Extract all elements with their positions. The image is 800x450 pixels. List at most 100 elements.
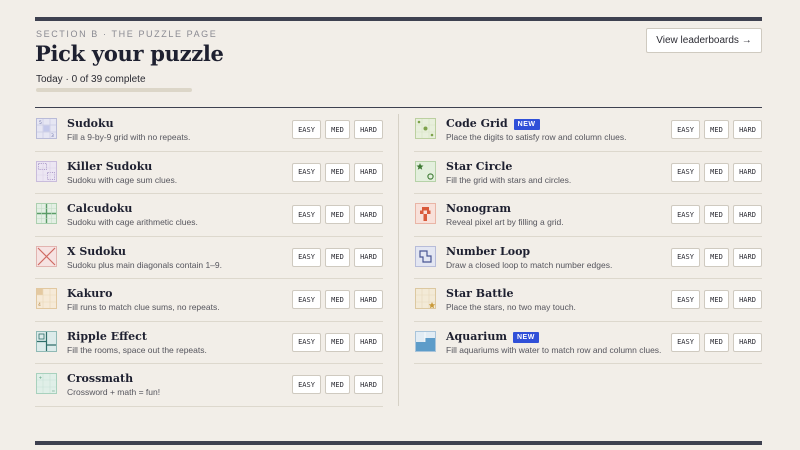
- puzzle-name[interactable]: Kakuro: [67, 287, 112, 300]
- difficulty-buttons: EASY MED HARD: [292, 332, 383, 352]
- puzzle-name[interactable]: Aquarium NEW: [446, 330, 539, 343]
- puzzle-name-label[interactable]: X Sudoku: [67, 245, 126, 258]
- hard-button[interactable]: HARD: [733, 120, 762, 139]
- puzzle-row[interactable]: X Sudoku Sudoku plus main diagonals conta…: [35, 237, 383, 279]
- med-button[interactable]: MED: [704, 290, 729, 309]
- puzzle-name[interactable]: Nonogram: [446, 202, 511, 215]
- easy-button[interactable]: EASY: [671, 290, 700, 309]
- med-button[interactable]: MED: [704, 247, 729, 267]
- easy-button[interactable]: EASY: [292, 375, 321, 394]
- difficulty-buttons: EASY MED HARD: [671, 247, 762, 267]
- med-button[interactable]: MED: [325, 205, 350, 224]
- puzzle-row[interactable]: Star Circle Fill the grid with stars and …: [414, 152, 762, 194]
- puzzle-description: Fill aquariums with water to match row a…: [446, 344, 662, 355]
- puzzle-name-label[interactable]: Aquarium: [446, 330, 507, 343]
- puzzle-name[interactable]: Star Battle: [446, 287, 514, 300]
- easy-button[interactable]: EASY: [292, 290, 321, 309]
- hard-button[interactable]: HARD: [354, 162, 383, 182]
- puzzle-name-label[interactable]: Nonogram: [446, 202, 511, 215]
- easy-button[interactable]: EASY: [671, 332, 700, 352]
- puzzle-description: Sudoku with cage arithmetic clues.: [67, 217, 198, 227]
- puzzle-name[interactable]: Sudoku: [67, 117, 114, 130]
- med-button[interactable]: MED: [704, 205, 729, 224]
- puzzle-row[interactable]: Number Loop Draw a closed loop to match n…: [414, 237, 762, 279]
- difficulty-buttons: EASY MED HARD: [671, 162, 762, 182]
- puzzle-name[interactable]: Code Grid NEW: [446, 117, 540, 130]
- puzzle-row[interactable]: Killer Sudoku Sudoku with cage sum clues.…: [35, 152, 383, 194]
- hard-button[interactable]: HARD: [354, 205, 383, 224]
- hard-button[interactable]: HARD: [354, 247, 383, 267]
- med-button[interactable]: MED: [325, 162, 350, 182]
- hard-button[interactable]: HARD: [733, 247, 762, 267]
- puzzle-row[interactable]: Nonogram Reveal pixel art by filling a gr…: [414, 194, 762, 237]
- puzzle-name-label[interactable]: Star Circle: [446, 160, 512, 173]
- med-button[interactable]: MED: [704, 120, 729, 139]
- puzzle-name-label[interactable]: Kakuro: [67, 287, 112, 300]
- puzzle-name-label[interactable]: Code Grid: [446, 117, 508, 130]
- puzzle-row[interactable]: Star Battle Place the stars, no two may t…: [414, 279, 762, 322]
- puzzle-description: Fill the rooms, space out the repeats.: [67, 344, 207, 355]
- hard-button[interactable]: HARD: [733, 290, 762, 309]
- easy-button[interactable]: EASY: [671, 205, 700, 224]
- puzzle-name-label[interactable]: Calcudoku: [67, 202, 132, 215]
- x-sudoku-icon: [36, 245, 57, 267]
- difficulty-buttons: EASY MED HARD: [671, 205, 762, 224]
- easy-button[interactable]: EASY: [671, 162, 700, 182]
- puzzle-name[interactable]: X Sudoku: [67, 245, 126, 258]
- killer-sudoku-icon: [36, 160, 57, 182]
- hard-button[interactable]: HARD: [354, 375, 383, 394]
- puzzle-name[interactable]: Calcudoku: [67, 202, 132, 215]
- difficulty-buttons: EASY MED HARD: [292, 120, 383, 139]
- puzzle-row[interactable]: 4 Kakuro Fill runs to match clue sums, no …: [35, 279, 383, 322]
- easy-button[interactable]: EASY: [292, 162, 321, 182]
- med-button[interactable]: MED: [325, 290, 350, 309]
- puzzle-name-label[interactable]: Number Loop: [446, 245, 530, 258]
- hard-button[interactable]: HARD: [733, 332, 762, 352]
- puzzle-name[interactable]: Ripple Effect: [67, 330, 147, 343]
- bottom-rule: [35, 441, 762, 445]
- med-button[interactable]: MED: [704, 332, 729, 352]
- easy-button[interactable]: EASY: [292, 247, 321, 267]
- easy-button[interactable]: EASY: [292, 120, 321, 139]
- hard-button[interactable]: HARD: [354, 120, 383, 139]
- puzzle-name[interactable]: Number Loop: [446, 245, 530, 258]
- nonogram-icon: [415, 203, 436, 224]
- med-button[interactable]: MED: [325, 120, 350, 139]
- hard-button[interactable]: HARD: [354, 290, 383, 309]
- puzzle-description: Reveal pixel art by filling a grid.: [446, 217, 564, 227]
- easy-button[interactable]: EASY: [671, 120, 700, 139]
- puzzle-name[interactable]: Star Circle: [446, 160, 512, 173]
- hard-button[interactable]: HARD: [733, 162, 762, 182]
- hard-button[interactable]: HARD: [733, 205, 762, 224]
- easy-button[interactable]: EASY: [292, 332, 321, 352]
- puzzle-row[interactable]: Code Grid NEW Place the digits to satisfy …: [414, 109, 762, 152]
- kakuro-icon: 4: [36, 288, 57, 309]
- puzzle-row[interactable]: Calcudoku Sudoku with cage arithmetic clu…: [35, 194, 383, 237]
- puzzle-name[interactable]: Crossmath: [67, 372, 133, 385]
- ripple-effect-icon: [36, 330, 57, 352]
- puzzle-row[interactable]: 5 3 Sudoku Fill a 9-by-9 grid with no repea…: [35, 109, 383, 152]
- med-button[interactable]: MED: [325, 375, 350, 394]
- puzzle-name-label[interactable]: Crossmath: [67, 372, 133, 385]
- puzzle-row[interactable]: + = Crossmath Crossword + math = fun! EASY ME…: [35, 364, 383, 407]
- puzzle-row[interactable]: Aquarium NEW Fill aquariums with water to …: [414, 322, 762, 364]
- puzzle-row[interactable]: Ripple Effect Fill the rooms, space out t…: [35, 322, 383, 364]
- svg-text:5: 5: [39, 120, 42, 126]
- easy-button[interactable]: EASY: [292, 205, 321, 224]
- puzzle-name[interactable]: Killer Sudoku: [67, 160, 152, 173]
- med-button[interactable]: MED: [704, 162, 729, 182]
- sudoku-icon: 53: [36, 118, 57, 139]
- med-button[interactable]: MED: [325, 247, 350, 267]
- aquarium-icon: [415, 330, 436, 352]
- view-leaderboards-button[interactable]: View leaderboards →: [646, 28, 762, 53]
- puzzle-name-label[interactable]: Sudoku: [67, 117, 114, 130]
- hard-button[interactable]: HARD: [354, 332, 383, 352]
- med-button[interactable]: MED: [325, 332, 350, 352]
- puzzle-description: Sudoku plus main diagonals contain 1–9.: [67, 259, 222, 270]
- puzzle-name-label[interactable]: Killer Sudoku: [67, 160, 152, 173]
- difficulty-buttons: EASY MED HARD: [292, 162, 383, 182]
- puzzle-name-label[interactable]: Ripple Effect: [67, 330, 147, 343]
- easy-button[interactable]: EASY: [671, 247, 700, 267]
- puzzle-name-label[interactable]: Star Battle: [446, 287, 514, 300]
- difficulty-buttons: EASY MED HARD: [292, 247, 383, 267]
